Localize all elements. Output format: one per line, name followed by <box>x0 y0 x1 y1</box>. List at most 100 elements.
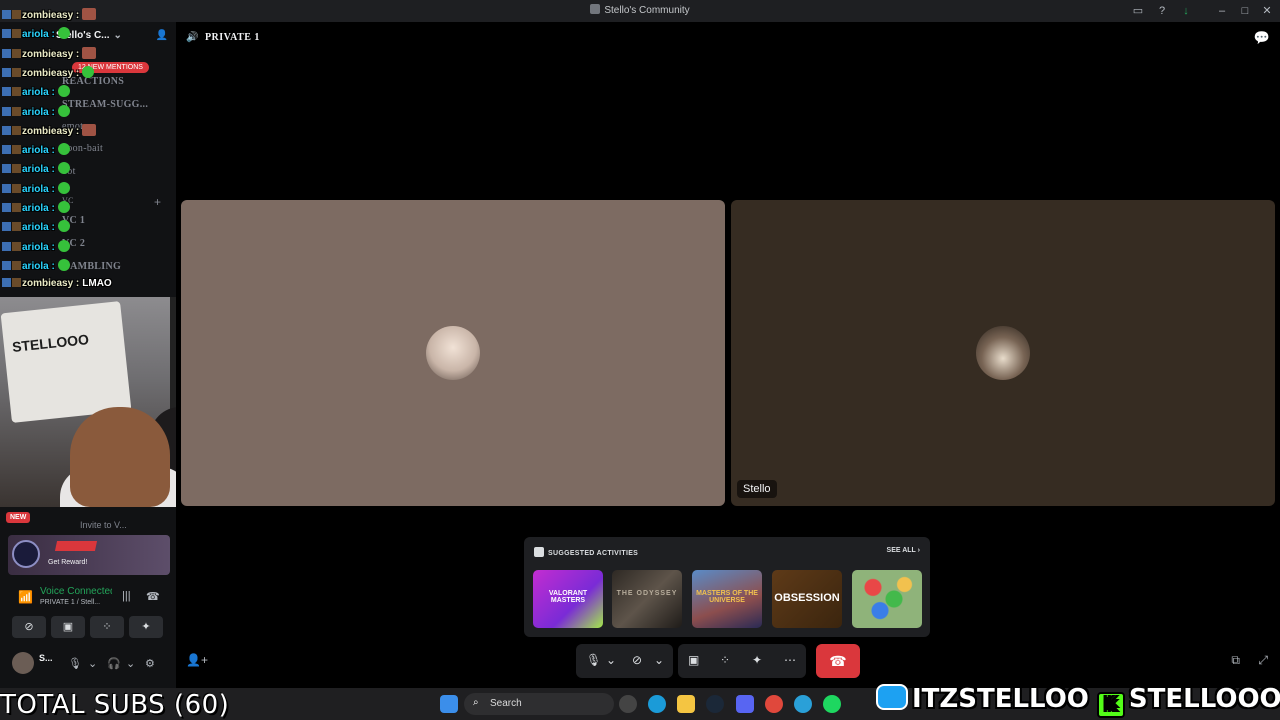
invite-to-voice-link[interactable]: Invite to V... <box>80 520 127 530</box>
fullscreen-icon[interactable]: ⤢ <box>1258 653 1268 668</box>
chevron-down-icon: ⌄ <box>113 30 122 41</box>
microphone-icon[interactable]: 🎙 <box>586 653 601 667</box>
avatar[interactable] <box>12 652 34 674</box>
sub-badge-icon <box>2 125 11 135</box>
chrome-icon[interactable] <box>765 695 783 713</box>
gift-badge-icon <box>12 145 21 155</box>
game-logo <box>54 541 98 551</box>
screen-share-button[interactable]: ▣ <box>51 616 85 638</box>
maximize-icon[interactable]: □ <box>1238 4 1252 18</box>
sub-badge-icon <box>2 241 11 251</box>
gear-icon[interactable]: ⚙ <box>145 657 155 670</box>
chat-username: ariola : <box>22 260 55 272</box>
emote-icon <box>57 85 70 98</box>
chat-line: ariola : <box>2 27 73 45</box>
gift-badge-icon <box>12 164 21 174</box>
inbox-icon[interactable]: ▭ <box>1131 4 1145 18</box>
edge-icon[interactable] <box>648 695 666 713</box>
gift-badge-icon <box>12 67 21 77</box>
help-icon[interactable]: ? <box>1155 4 1169 18</box>
social-handles-overlay: ITZSTELLOO K STELLOOO <box>876 684 1280 718</box>
activity-card[interactable] <box>852 570 922 628</box>
chevron-down-icon[interactable]: ⌄ <box>654 653 664 667</box>
voice-status: Voice Connected <box>40 586 112 597</box>
screen-share-icon[interactable]: ▣ <box>688 653 699 667</box>
camera-off-button[interactable]: ⊘ <box>12 616 46 638</box>
noise-suppression-icon[interactable]: ||| <box>122 590 131 602</box>
telegram-icon[interactable] <box>794 695 812 713</box>
signal-icon[interactable]: 📶 <box>18 590 33 604</box>
participant-tile[interactable] <box>181 200 725 506</box>
activities-icon <box>534 547 544 557</box>
gift-badge-icon <box>12 29 21 39</box>
spotify-icon[interactable] <box>823 695 841 713</box>
emote-icon <box>57 104 70 117</box>
voice-channel-path[interactable]: PRIVATE 1 / Stell... <box>40 599 100 606</box>
chat-line: zombieasy : <box>2 123 99 142</box>
add-channel-icon[interactable]: + <box>154 195 161 209</box>
emote-icon <box>57 239 70 252</box>
chat-line: ariola : <box>2 104 73 123</box>
activity-card[interactable]: VALORANT MASTERS <box>533 570 603 628</box>
gift-badge-icon <box>12 260 21 270</box>
microphone-icon[interactable]: 🎙 <box>68 657 82 670</box>
minimize-icon[interactable]: – <box>1215 4 1229 18</box>
reward-card[interactable]: Get Reward! <box>8 535 170 575</box>
chat-icon[interactable]: 💬 <box>1254 30 1270 46</box>
emote-icon <box>57 162 70 175</box>
camera-off-icon[interactable]: ⊘ <box>632 653 642 667</box>
soundboard-icon[interactable]: ✦ <box>752 653 762 667</box>
steam-icon[interactable] <box>706 695 724 713</box>
participant-tile[interactable]: Stello <box>731 200 1275 506</box>
chat-username: ariola : <box>22 145 55 157</box>
discord-icon[interactable] <box>736 695 754 713</box>
headphones-icon[interactable]: 🎧 <box>107 657 121 670</box>
sub-badge-icon <box>2 106 11 116</box>
activity-card[interactable]: MASTERS OF THE UNIVERSE <box>692 570 762 628</box>
gift-badge-icon <box>12 222 21 232</box>
activity-card[interactable]: OBSESSION <box>772 570 842 628</box>
disconnect-icon[interactable]: ☎ <box>146 590 160 603</box>
chat-line: zombieasy : <box>2 8 99 26</box>
chat-username: ariola : <box>22 87 55 99</box>
add-friend-icon[interactable]: 👤 <box>156 30 168 41</box>
emote-icon <box>82 123 97 136</box>
chat-line: zombieasy : <box>2 65 97 84</box>
chat-message: LMAO <box>82 278 112 290</box>
chat-line: zombieasy : LMAO <box>2 278 112 296</box>
popout-icon[interactable]: ⧉ <box>1231 653 1240 668</box>
window-title: Stello's Community <box>0 4 1280 16</box>
reward-label: Get Reward! <box>48 559 88 566</box>
gift-badge-icon <box>12 106 21 116</box>
sub-badge-icon <box>2 260 11 270</box>
activity-icon[interactable]: ⁘ <box>720 653 730 667</box>
download-icon[interactable]: ↓ <box>1179 4 1193 18</box>
chat-username: zombieasy : <box>22 48 80 60</box>
obs-icon[interactable] <box>619 695 637 713</box>
taskbar-search[interactable]: ⌕ Search <box>464 693 614 715</box>
activities-heading: SUGGESTED ACTIVITIES <box>534 547 638 557</box>
streamer <box>70 407 170 507</box>
chevron-down-icon[interactable]: ⌄ <box>88 657 97 670</box>
chevron-down-icon[interactable]: ⌄ <box>606 653 616 667</box>
see-all-link[interactable]: SEE ALL › <box>887 547 920 554</box>
disconnect-button[interactable]: ☎ <box>816 644 860 678</box>
activity-button[interactable]: ⁘ <box>90 616 124 638</box>
gift-badge-icon <box>12 278 21 288</box>
voice-stage: 🔊 PRIVATE 1 💬 Stello SUGGESTED ACTIVITIES… <box>176 22 1280 688</box>
invite-person-icon[interactable]: 👤+ <box>186 653 208 667</box>
start-icon[interactable] <box>440 695 458 713</box>
chat-username: ariola : <box>22 183 55 195</box>
sub-badge-icon <box>2 278 11 288</box>
emote-icon <box>57 258 70 271</box>
activity-card[interactable]: THE ODYSSEY <box>612 570 682 628</box>
chat-username: ariola : <box>22 222 55 234</box>
more-options-icon[interactable]: ⋯ <box>784 653 796 667</box>
sub-badge-icon <box>2 29 11 39</box>
file-explorer-icon[interactable] <box>677 695 695 713</box>
chevron-down-icon[interactable]: ⌄ <box>126 657 135 670</box>
close-icon[interactable]: ✕ <box>1260 4 1274 18</box>
soundboard-button[interactable]: ✦ <box>129 616 163 638</box>
channel-stream-suggestions[interactable]: STREAM-SUGG... <box>62 99 148 110</box>
quest-icon <box>12 540 40 568</box>
